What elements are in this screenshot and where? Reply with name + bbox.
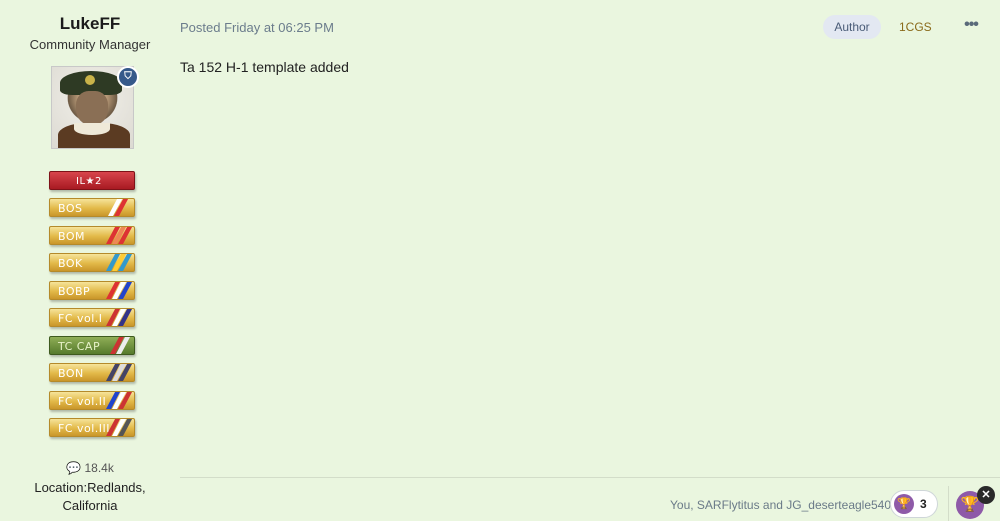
award-ribbon-fc-vol2[interactable]: FC vol.II (49, 391, 135, 410)
close-icon: ✕ (981, 489, 991, 501)
post-timestamp[interactable]: Posted Friday at 06:25 PM (180, 20, 334, 35)
award-ribbon-bok[interactable]: BOK (49, 253, 135, 272)
author-username[interactable]: LukeFF (0, 14, 180, 34)
trophy-icon: 🏆 (894, 494, 914, 514)
author-title: Community Manager (29, 37, 151, 52)
author-badge: Author (823, 15, 881, 39)
more-options-button[interactable]: ••• (960, 16, 982, 36)
remove-reaction-button[interactable]: ✕ (977, 486, 995, 504)
post-body: Ta 152 H-1 template added (180, 59, 349, 75)
award-ribbon-bon[interactable]: BON (49, 363, 135, 382)
award-ribbon-il2[interactable]: IL★2 (49, 171, 135, 190)
award-ribbon-bom[interactable]: BOM (49, 226, 135, 245)
divider (180, 477, 1000, 478)
award-ribbon-fc-vol3[interactable]: FC vol.III (49, 418, 135, 437)
award-ribbon-bobp[interactable]: BOBP (49, 281, 135, 300)
trophy-icon: 🏆 (960, 496, 980, 513)
comment-bubble-icon: 💬 (66, 461, 82, 475)
author-column: LukeFF Community Manager ⛉ IL★2 BOS BOM … (0, 0, 180, 521)
moderator-shield-icon: ⛉ (117, 66, 139, 88)
divider (948, 486, 949, 521)
post-count: 💬 18.4k (66, 461, 114, 475)
award-ribbon-bos[interactable]: BOS (49, 198, 135, 217)
ellipsis-icon: ••• (964, 16, 979, 33)
reaction-count[interactable]: 🏆 3 (890, 490, 938, 518)
award-ribbon-tc-cap[interactable]: TC CAP (49, 336, 135, 355)
author-location: Location:Redlands, California (34, 480, 146, 513)
reactors-list[interactable]: You, SARFlytitus and JG_deserteagle540 (670, 498, 891, 512)
award-ribbon-fc-vol1[interactable]: FC vol.I (49, 308, 135, 327)
group-tag: 1CGS (899, 20, 932, 34)
